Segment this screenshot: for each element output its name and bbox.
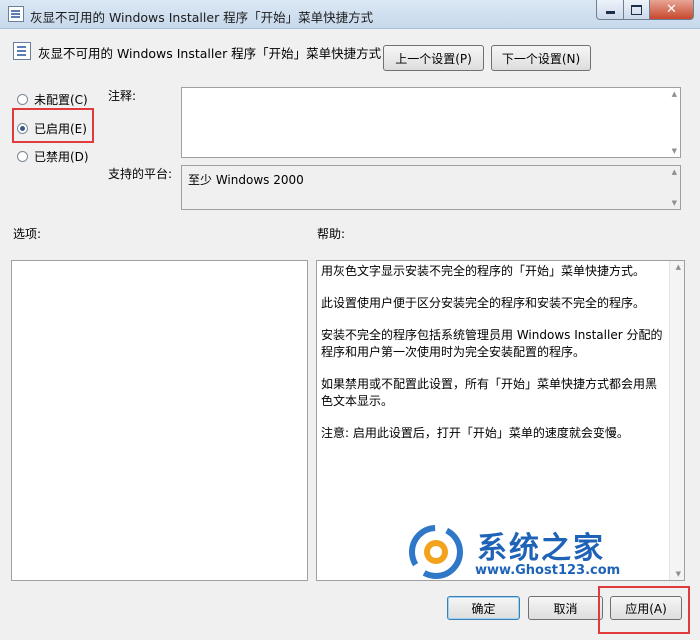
radio-not-configured-label: 未配置(C): [34, 93, 88, 107]
help-scrollbar[interactable]: ▲ ▼: [669, 261, 684, 580]
options-section-label: 选项:: [13, 227, 42, 241]
watermark-logo-icon: [409, 525, 463, 579]
comment-label: 注释:: [108, 89, 137, 103]
close-button[interactable]: ✕: [650, 0, 694, 20]
maximize-icon: [631, 4, 642, 15]
scroll-down-icon[interactable]: ▼: [672, 147, 677, 155]
maximize-button[interactable]: [624, 0, 650, 20]
help-pane: 用灰色文字显示安装不完全的程序的「开始」菜单快捷方式。 此设置使用户便于区分安装…: [316, 260, 685, 581]
scroll-up-icon[interactable]: ▲: [676, 263, 681, 271]
options-pane: [11, 260, 308, 581]
comment-scrollbar[interactable]: ▲ ▼: [666, 88, 680, 157]
scroll-up-icon[interactable]: ▲: [672, 90, 677, 98]
scroll-down-icon[interactable]: ▼: [672, 199, 677, 207]
highlight-frame-enabled: [12, 108, 94, 143]
platform-field: 至少 Windows 2000 ▲ ▼: [181, 165, 681, 210]
comment-value: [182, 88, 680, 96]
setting-icon: [13, 42, 31, 60]
help-paragraph: 注意: 启用此设置后，打开「开始」菜单的速度就会变慢。: [321, 426, 629, 440]
help-paragraph: 安装不完全的程序包括系统管理员用 Windows Installer 分配的程序…: [321, 328, 663, 359]
comment-textarea[interactable]: ▲ ▼: [181, 87, 681, 158]
minimize-button[interactable]: [596, 0, 624, 20]
scroll-down-icon[interactable]: ▼: [676, 570, 681, 578]
window-controls: ✕: [596, 0, 694, 20]
policy-icon: [8, 6, 24, 22]
window-title: 灰显不可用的 Windows Installer 程序「开始」菜单快捷方式: [30, 10, 374, 25]
radio-disabled[interactable]: 已禁用(D): [17, 148, 89, 165]
radio-disabled-label: 已禁用(D): [34, 150, 89, 164]
platform-label: 支持的平台:: [108, 167, 173, 181]
platform-scrollbar[interactable]: ▲ ▼: [666, 166, 680, 209]
next-setting-button[interactable]: 下一个设置(N): [491, 45, 591, 71]
help-text: 用灰色文字显示安装不完全的程序的「开始」菜单快捷方式。 此设置使用户便于区分安装…: [321, 263, 666, 457]
watermark-brand: 系统之家: [477, 531, 605, 566]
ok-button[interactable]: 确定: [447, 596, 520, 620]
radio-circle[interactable]: [17, 94, 28, 105]
minimize-icon: [605, 11, 615, 14]
scroll-up-icon[interactable]: ▲: [672, 168, 677, 176]
title-bar: 灰显不可用的 Windows Installer 程序「开始」菜单快捷方式 ✕: [0, 0, 700, 29]
platform-value: 至少 Windows 2000: [188, 173, 304, 187]
close-icon: ✕: [666, 2, 677, 17]
radio-circle[interactable]: [17, 151, 28, 162]
previous-setting-button[interactable]: 上一个设置(P): [383, 45, 484, 71]
radio-not-configured[interactable]: 未配置(C): [17, 91, 88, 108]
watermark-url: www.Ghost123.com: [475, 563, 621, 578]
help-section-label: 帮助:: [317, 227, 346, 241]
setting-title: 灰显不可用的 Windows Installer 程序「开始」菜单快捷方式: [38, 46, 382, 61]
help-paragraph: 用灰色文字显示安装不完全的程序的「开始」菜单快捷方式。: [321, 264, 646, 278]
cancel-button[interactable]: 取消: [528, 596, 603, 620]
help-paragraph: 此设置使用户便于区分安装完全的程序和安装不完全的程序。: [321, 296, 646, 310]
help-paragraph: 如果禁用或不配置此设置，所有「开始」菜单快捷方式都会用黑色文本显示。: [321, 377, 658, 408]
highlight-frame-apply: [598, 586, 690, 634]
